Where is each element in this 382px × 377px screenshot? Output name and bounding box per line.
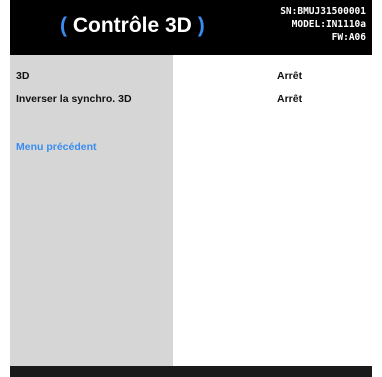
- value-3d[interactable]: Arrêt: [277, 70, 302, 82]
- title-text: Contrôle 3D: [67, 14, 198, 37]
- previous-menu-button[interactable]: Menu précédent: [16, 141, 97, 153]
- serial-number: SN:BMUJ31500001: [280, 6, 366, 17]
- menu-values-panel: Arrêt Arrêt: [173, 55, 372, 366]
- menu-item-3d[interactable]: 3D: [16, 70, 29, 82]
- model-number: MODEL:IN1110a: [291, 19, 366, 30]
- osd-menu: ( Contrôle 3D ) SN:BMUJ31500001 MODEL:IN…: [10, 0, 372, 377]
- osd-header: ( Contrôle 3D ) SN:BMUJ31500001 MODEL:IN…: [10, 0, 372, 55]
- title-open-paren: (: [60, 14, 67, 37]
- menu-labels-panel: 3D Inverser la synchro. 3D Menu précéden…: [10, 55, 173, 366]
- menu-item-invert-3d-sync[interactable]: Inverser la synchro. 3D: [16, 93, 132, 105]
- title-close-paren: ): [197, 14, 205, 37]
- osd-footer: [10, 366, 372, 377]
- device-info: SN:BMUJ31500001 MODEL:IN1110a FW:A06: [280, 5, 366, 44]
- page-title: ( Contrôle 3D ): [60, 14, 205, 38]
- firmware-version: FW:A06: [331, 32, 366, 43]
- value-invert-3d-sync[interactable]: Arrêt: [277, 93, 302, 105]
